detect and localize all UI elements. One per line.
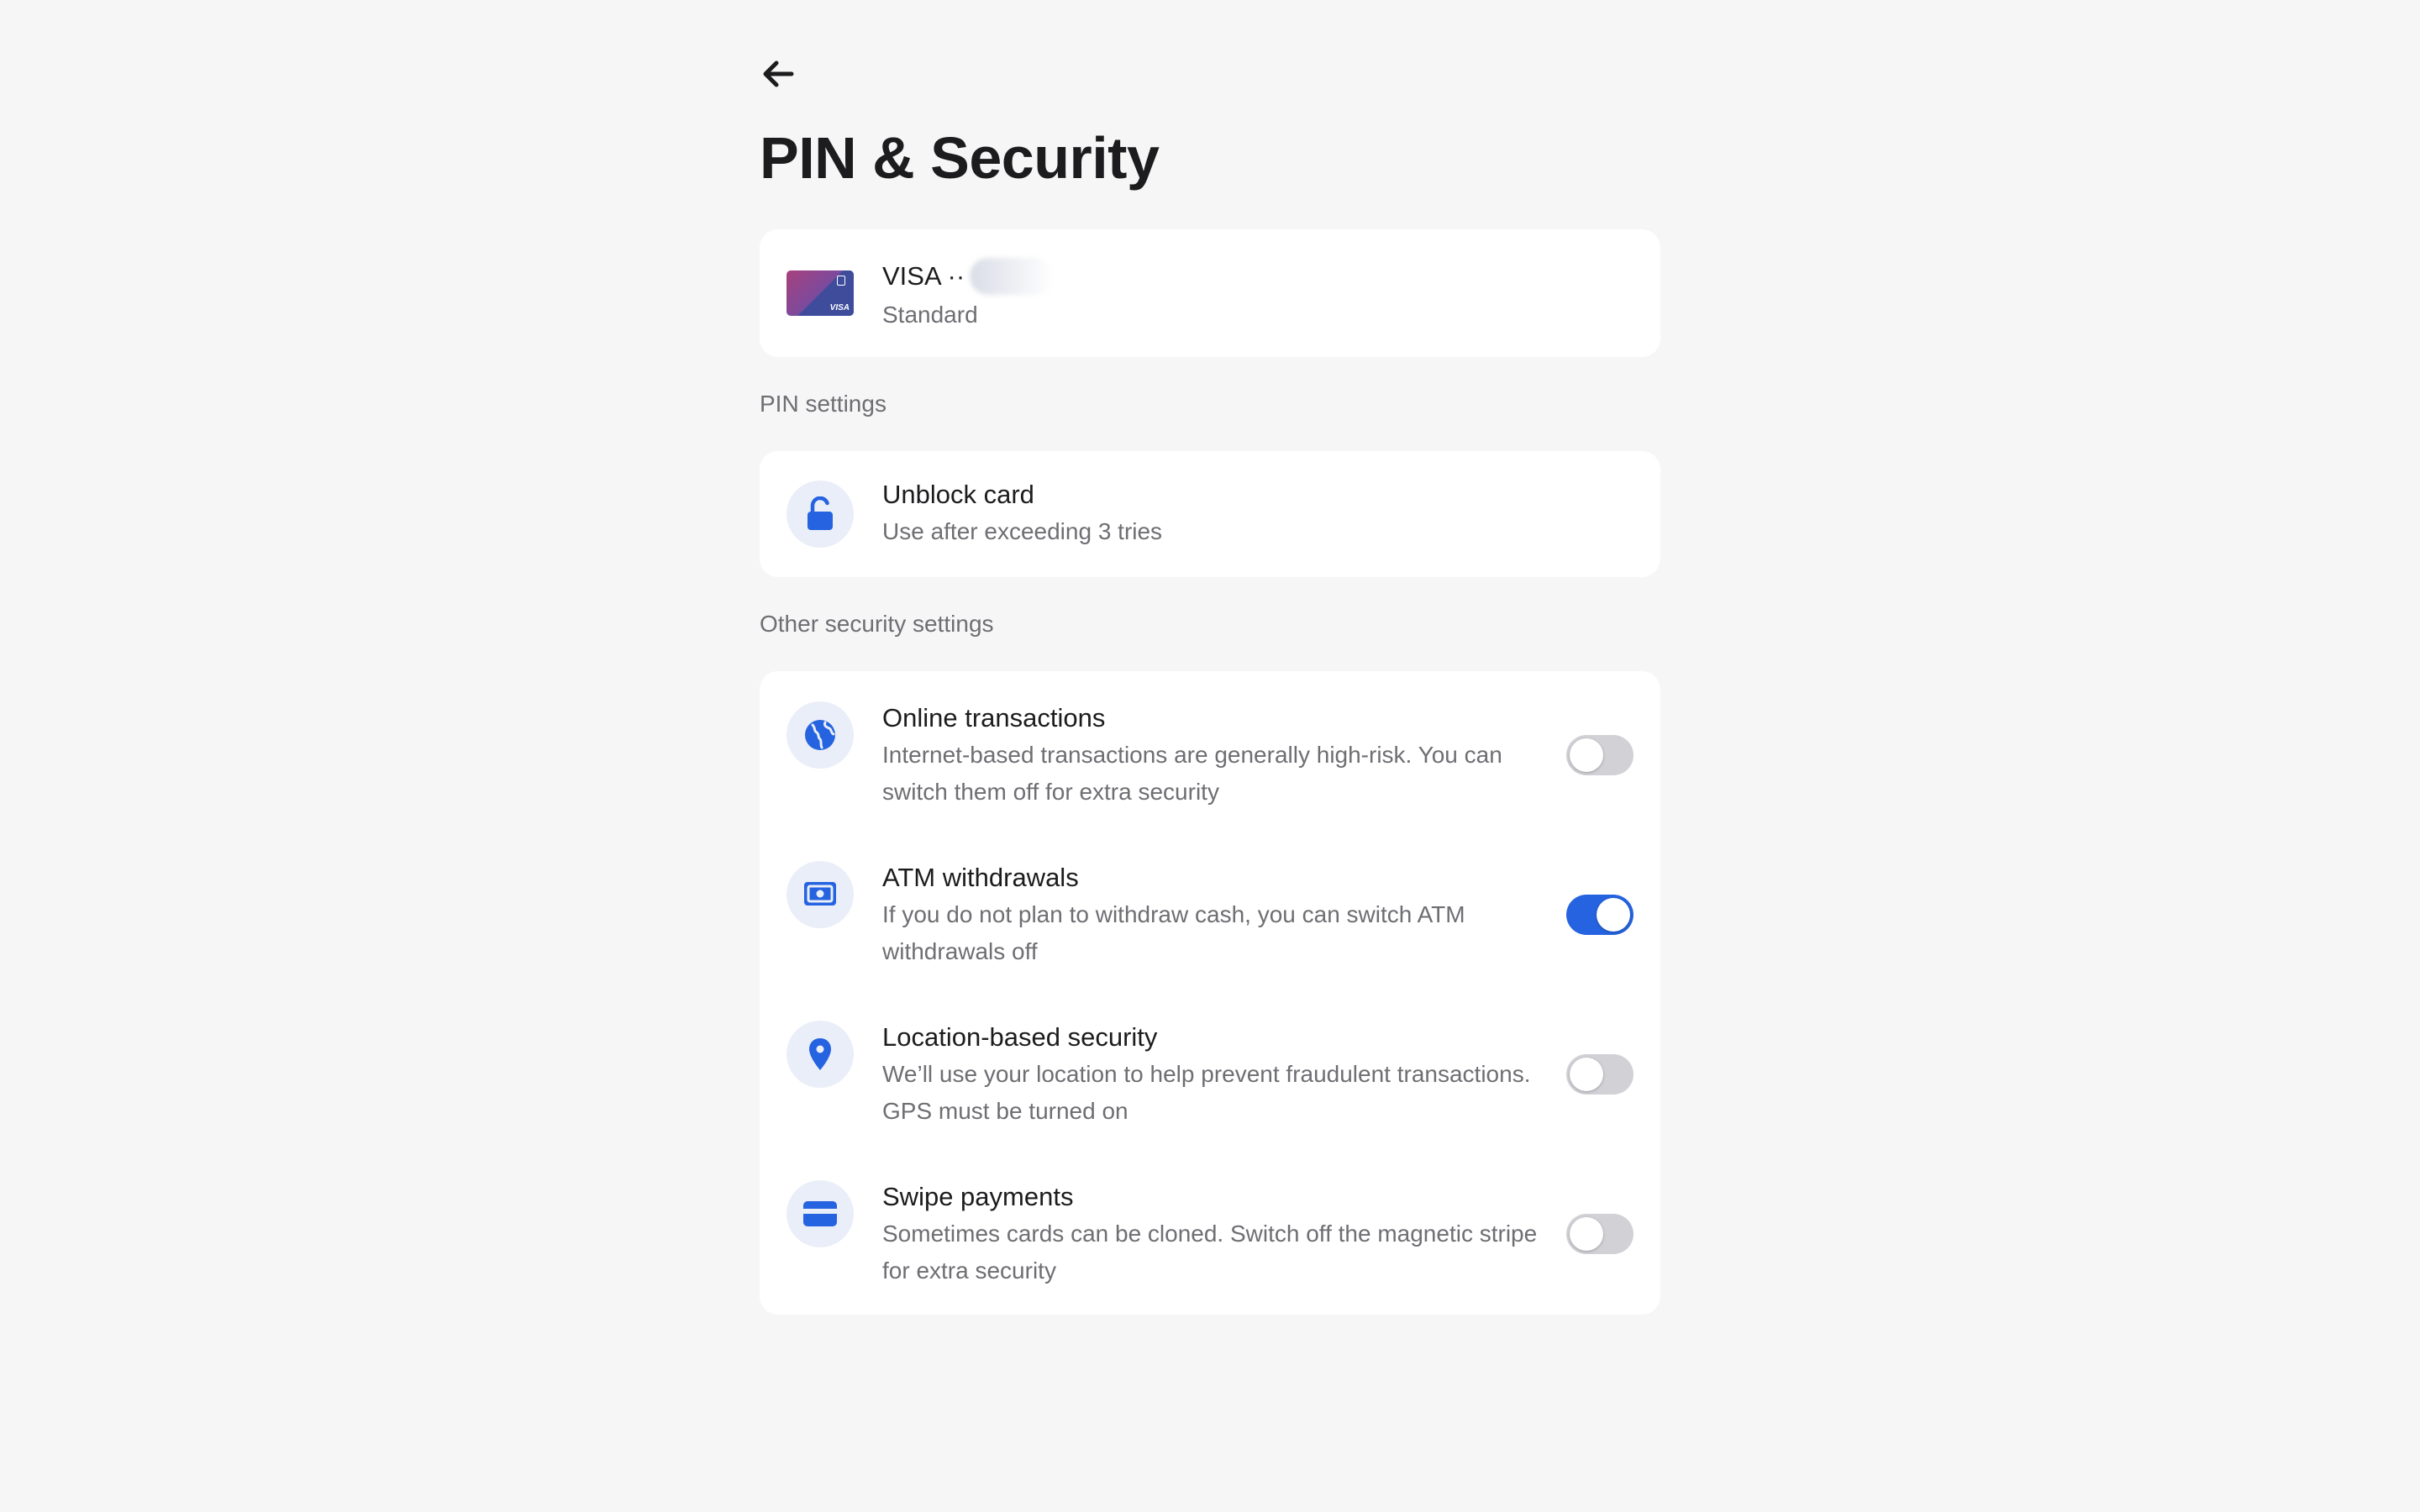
setting-title: Location-based security (882, 1022, 1158, 1052)
setting-row-online-transactions: Online transactions Internet-based trans… (760, 701, 1660, 811)
card-type: Standard (882, 302, 978, 328)
pin-security-page: PIN & Security VISA VISA ·· Standard PIN… (760, 50, 1660, 1315)
other-security-settings-list: Online transactions Internet-based trans… (760, 671, 1660, 1315)
location-based-security-toggle[interactable] (1566, 1054, 1634, 1095)
setting-row-atm-withdrawals: ATM withdrawals If you do not plan to wi… (760, 861, 1660, 970)
atm-withdrawals-toggle[interactable] (1566, 895, 1634, 935)
back-button[interactable] (753, 59, 807, 109)
online-transactions-toggle[interactable] (1566, 735, 1634, 775)
cash-icon (786, 861, 854, 928)
setting-description: Internet-based transactions are generall… (882, 742, 1502, 805)
credit-card-icon (786, 1180, 854, 1247)
setting-description: Sometimes cards can be cloned. Switch of… (882, 1221, 1538, 1284)
card-title: VISA ·· (882, 261, 965, 291)
swipe-payments-toggle[interactable] (1566, 1214, 1634, 1254)
setting-description: If you do not plan to withdraw cash, you… (882, 901, 1465, 964)
card-summary[interactable]: VISA VISA ·· Standard (760, 229, 1660, 357)
setting-title: Online transactions (882, 703, 1106, 732)
globe-icon (786, 701, 854, 769)
page-title: PIN & Security (760, 125, 1160, 191)
location-pin-icon (786, 1021, 854, 1088)
unblock-card-description: Use after exceeding 3 tries (882, 518, 1163, 544)
unlock-icon (786, 480, 854, 548)
card-brand-mark: VISA (829, 303, 850, 312)
card-chip-icon (837, 276, 845, 286)
setting-title: ATM withdrawals (882, 863, 1079, 892)
setting-title: Swipe payments (882, 1182, 1074, 1211)
section-label-other-security: Other security settings (760, 611, 994, 637)
unblock-card-item[interactable]: Unblock card Use after exceeding 3 tries (760, 451, 1660, 577)
setting-row-location-based-security: Location-based security We’ll use your l… (760, 1021, 1660, 1130)
setting-row-swipe-payments: Swipe payments Sometimes cards can be cl… (760, 1180, 1660, 1289)
unblock-card-title: Unblock card (882, 480, 1034, 509)
setting-description: We’ll use your location to help prevent … (882, 1061, 1531, 1124)
section-label-pin-settings: PIN settings (760, 391, 886, 417)
masked-card-number (970, 258, 1055, 295)
arrow-left-icon (763, 60, 794, 87)
visa-card-thumbnail: VISA (786, 270, 854, 316)
